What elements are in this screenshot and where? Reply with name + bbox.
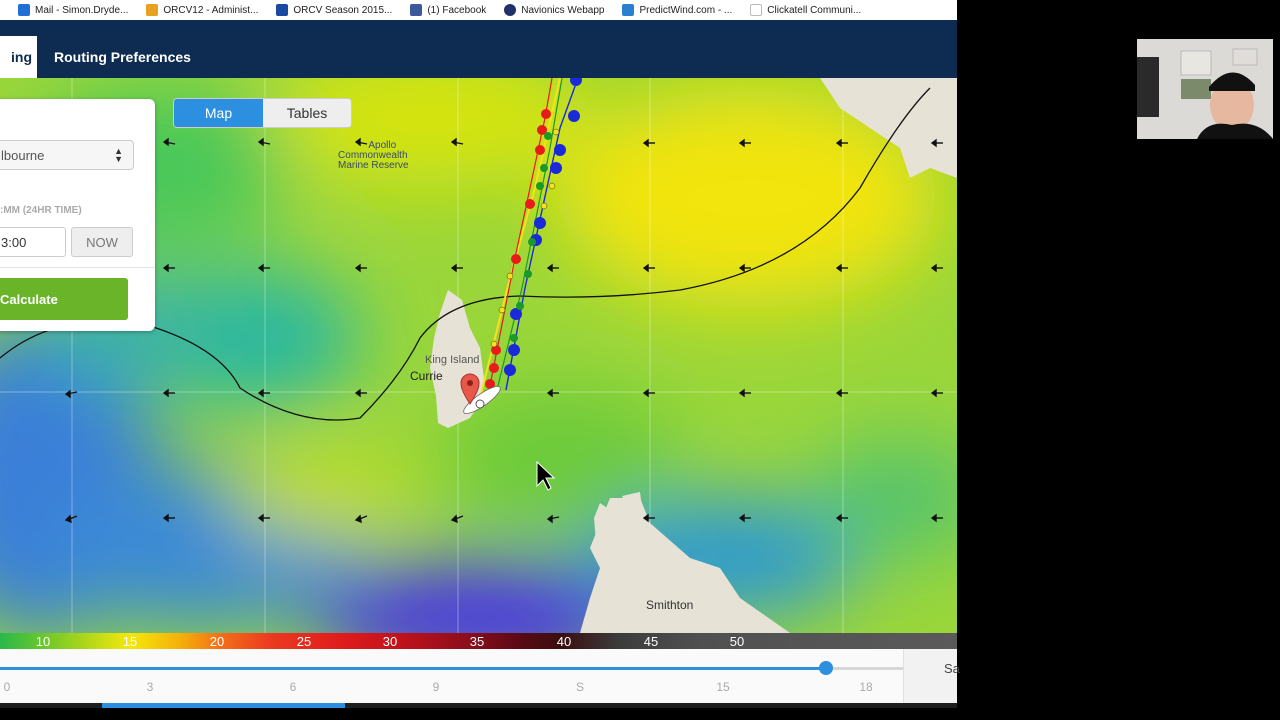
predictwind-icon [622,4,635,16]
screen: Mail - Simon.Dryde... ORCV12 - Administ.… [0,0,1280,720]
page-icon [750,4,763,16]
time-tick: 0 [3,680,11,694]
scale-tick: 10 [35,634,51,649]
facebook-icon [410,4,423,16]
timeline-side-label: Sa [944,661,960,676]
tab-routing-label: ing [11,49,32,65]
time-slider[interactable]: 0 3 6 9 S 15 18 Sa [0,649,960,703]
bookmark-outlook[interactable]: Mail - Simon.Dryde... [18,4,128,16]
webcam-overlay [1137,39,1273,139]
timeline-side-panel: Sa [903,649,960,703]
time-tick: 18 [859,680,873,694]
wind-speed-scale: 10 15 20 25 30 35 40 45 50 [0,633,957,649]
outlook-icon [18,4,30,16]
bookmark-orcv-season[interactable]: ORCV Season 2015... [276,4,392,16]
time-slider-track[interactable] [825,667,903,670]
video-progress-fill [102,703,345,708]
scale-tick: 30 [382,634,398,649]
bookmark-navionics[interactable]: Navionics Webapp [504,4,604,16]
bookmark-label: (1) Facebook [427,4,487,16]
scale-tick: 20 [209,634,225,649]
tables-view-button[interactable]: Tables [263,99,351,127]
app-navbar: ing Routing Preferences [0,20,957,78]
bookmark-clickatell[interactable]: Clickatell Communi... [750,4,861,16]
king-island-label: King Island [425,354,480,366]
scale-tick: 15 [122,634,138,649]
bookmarks-bar: Mail - Simon.Dryde... ORCV12 - Administ.… [0,0,957,20]
time-tick: 15 [716,680,730,694]
routing-panel: lbourne ▲ ▼ :MM (24HR TIME) 3:00 NOW Calc… [0,99,155,331]
scale-tick: 50 [729,634,745,649]
now-button[interactable]: NOW [71,227,133,257]
destination-select[interactable]: lbourne ▲ ▼ [0,140,134,170]
bookmark-label: Navionics Webapp [521,4,605,16]
scale-tick: 40 [556,634,572,649]
currie-label: Currie [410,369,443,383]
time-tick: 3 [146,680,154,694]
time-slider-track-fill[interactable] [0,667,826,670]
time-tick: 6 [289,680,297,694]
scale-tick: 35 [469,634,485,649]
tab-routing-preferences[interactable]: Routing Preferences [54,36,191,78]
reserve-label: Apollo Commonwealth Marine Reserve [338,141,409,171]
bookmark-facebook[interactable]: (1) Facebook [410,4,486,16]
time-input[interactable]: 3:00 [0,227,66,257]
tab-routing[interactable]: ing [0,36,37,78]
map-view-button[interactable]: Map [174,99,263,127]
time-tick: S [575,680,585,694]
bookmark-label: PredictWind.com - ... [639,4,733,16]
select-arrows-icon: ▲ ▼ [114,146,123,164]
time-slider-handle[interactable] [819,661,833,675]
scale-tick: 45 [643,634,659,649]
bookmark-label: Clickatell Communi... [767,4,862,16]
view-toggle: Map Tables [174,99,351,127]
tab-routing-preferences-label: Routing Preferences [54,49,191,65]
navionics-icon [504,4,517,16]
panel-divider [0,267,155,268]
destination-value: lbourne [1,147,45,163]
sail-icon [276,4,289,16]
webcam-image [1137,39,1273,139]
bookmark-label: ORCV Season 2015... [293,4,393,16]
time-label: :MM (24HR TIME) [0,205,82,216]
calculate-button[interactable]: Calculate [0,278,128,320]
reserve-label-line3: Marine Reserve [338,160,409,171]
bookmark-orcv12[interactable]: ORCV12 - Administ... [146,4,258,16]
time-tick: 9 [432,680,440,694]
bookmark-label: ORCV12 - Administ... [163,4,259,16]
joomla-icon [146,4,159,16]
bookmark-label: Mail - Simon.Dryde... [35,4,129,16]
scale-tick: 25 [296,634,312,649]
smithton-label: Smithton [646,598,694,612]
bookmark-predictwind[interactable]: PredictWind.com - ... [622,4,732,16]
